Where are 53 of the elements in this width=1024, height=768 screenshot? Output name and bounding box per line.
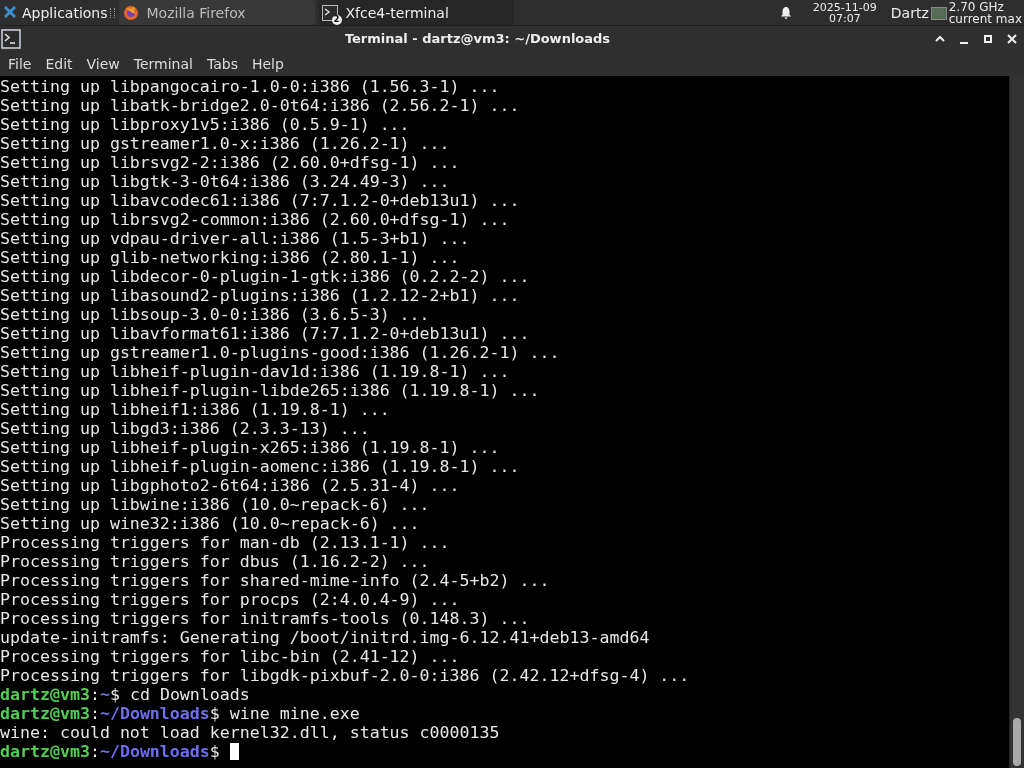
menu-item[interactable]: Terminal (126, 53, 200, 74)
terminal-line: dartz@vm3:~$ cd Downloads (0, 685, 250, 704)
terminal-line: Setting up libgphoto2-6t64:i386 (2.5.31-4) ... (0, 476, 460, 495)
count-badge: 2 (331, 14, 342, 25)
terminal-line: Setting up libheif1:i386 (1.19.8-1) ... (0, 400, 390, 419)
terminal-line: Setting up gstreamer1.0-plugins-good:i386 (1.26.2-1) ... (0, 343, 560, 362)
window-title: Terminal - dartz@vm3: ~/Downloads (343, 31, 612, 46)
terminal-line: Processing triggers for dbus (1.16.2-2) ... (0, 552, 430, 571)
terminal-line: Setting up librsvg2-common:i386 (2.60.0+dfsg-1) ... (0, 210, 510, 229)
taskbar-button[interactable]: 2 Xfce4-terminal (317, 0, 514, 25)
terminal-line: Processing triggers for initramfs-tools (0.148.3) ... (0, 609, 530, 628)
terminal-line: Setting up libpangocairo-1.0-0:i386 (1.56.3-1) ... (0, 77, 500, 96)
terminal-line: Setting up librsvg2-2:i386 (2.60.0+dfsg-1) ... (0, 153, 460, 172)
terminal-line: Setting up wine32:i386 (10.0~repack-6) ... (0, 514, 420, 533)
terminal-line: Setting up libgtk-3-0t64:i386 (3.24.49-3) ... (0, 172, 450, 191)
terminal-line: wine: could not load kernel32.dll, status c0000135 (0, 723, 500, 742)
terminal-line: Processing triggers for shared-mime-info (2.4-5+b2) ... (0, 571, 550, 590)
clock[interactable]: 2025-11-09 07:07 (812, 1, 877, 24)
date-text: 2025-11-09 (812, 1, 877, 13)
terminal-line: Setting up libheif-plugin-dav1d:i386 (1.19.8-1) ... (0, 362, 510, 381)
cpu-frequency-text: current max (948, 12, 1022, 25)
terminal-line: Setting up libavformat61:i386 (7:7.1.2-0+deb13u1) ... (0, 324, 530, 343)
taskbar-button[interactable]: Mozilla Firefox (118, 0, 315, 25)
terminal-line: Setting up libheif-plugin-aomenc:i386 (1.19.8-1) ... (0, 457, 520, 476)
menu-item[interactable]: File (1, 53, 39, 74)
terminal-line: Setting up libheif-plugin-x265:i386 (1.19.8-1) ... (0, 438, 500, 457)
menu-item[interactable]: Tabs (199, 53, 245, 74)
terminal-line: Setting up libproxy1v5:i386 (0.5.9-1) ... (0, 115, 410, 134)
terminal-line: Setting up libheif-plugin-libde265:i386 (1.19.8-1) ... (0, 381, 540, 400)
terminal-line: Setting up libasound2-plugins:i386 (1.2.12-2+b1) ... (0, 286, 520, 305)
menu-item[interactable]: Edit (38, 53, 80, 74)
terminal-line: Setting up vdpau-driver-all:i386 (1.5-3+b1) ... (0, 229, 470, 248)
terminal-line: Processing triggers for man-db (2.13.1-1) ... (0, 533, 450, 552)
applications-menu[interactable]: Applications (0, 0, 110, 25)
menu-item[interactable]: View (79, 53, 127, 74)
terminal-line: dartz@vm3:~/Downloads$ wine mine.exe (0, 704, 360, 723)
terminal-line: Processing triggers for libc-bin (2.41-12) ... (0, 647, 460, 666)
terminal-line: Setting up libavcodec61:i386 (7:7.1.2-0+deb13u1) ... (0, 191, 520, 210)
terminal-line: Setting up libdecor-0-plugin-1-gtk:i386 (0.2.2-2) ... (0, 267, 530, 286)
terminal-line: Setting up libatk-bridge2.0-0t64:i386 (2.56.2-1) ... (0, 96, 520, 115)
cpu-frequency-text: 2.70 GHz (948, 0, 1005, 13)
terminal-line: dartz@vm3:~/Downloads$ (0, 742, 239, 761)
terminal-line: Setting up libsoup-3.0-0:i386 (3.6.5-3) ... (0, 305, 430, 324)
terminal-line: Setting up glib-networking:i386 (2.80.1-1) ... (0, 248, 460, 267)
terminal-line: Processing triggers for libgdk-pixbuf-2.0-0:i386 (2.42.12+dfsg-4) ... (0, 666, 690, 685)
terminal-line: Setting up libwine:i386 (10.0~repack-6) ... (0, 495, 430, 514)
user-name[interactable]: Dartz (890, 4, 929, 21)
time-text: 07:07 (828, 12, 861, 24)
terminal-line: Setting up gstreamer1.0-x:i386 (1.26.2-1) ... (0, 134, 450, 153)
terminal-line: Processing triggers for procps (2:4.0.4-9) ... (0, 590, 460, 609)
menu-item[interactable]: Help (244, 53, 291, 74)
terminal-line: Setting up libgd3:i386 (2.3.3-13) ... (0, 419, 370, 438)
terminal-line: update-initramfs: Generating /boot/initrd.img-6.12.41+deb13-amd64 (0, 628, 650, 647)
